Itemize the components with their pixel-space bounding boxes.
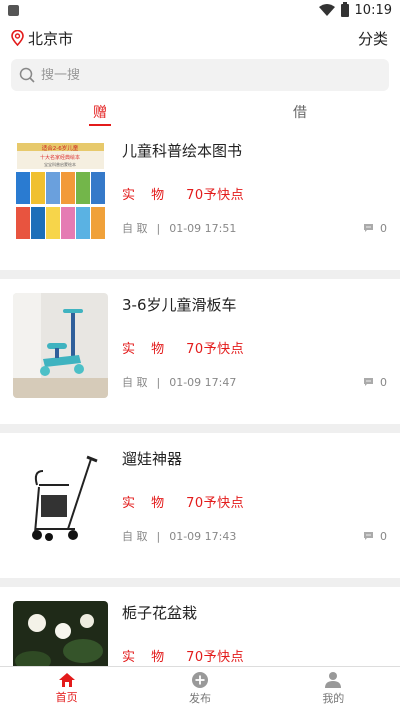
meta-divider: | <box>156 529 161 543</box>
notification-icon <box>8 4 19 16</box>
item-price: 70予快点 <box>186 650 245 665</box>
item-thumbnail <box>13 447 108 552</box>
comment-count[interactable]: 0 <box>363 376 387 389</box>
item-price-line: 实 物 70予快点 <box>122 184 244 203</box>
item-price-line: 实 物 70予快点 <box>122 646 244 665</box>
item-pickup: 自 取 <box>122 376 148 389</box>
comment-count[interactable]: 0 <box>363 222 387 235</box>
comment-icon <box>364 532 373 540</box>
item-meta: 自 取 | 01-09 17:47 0 <box>122 374 387 390</box>
search-bar[interactable] <box>11 59 389 91</box>
nav-mine[interactable]: 我的 <box>267 667 400 710</box>
tab-give-label: 赠 <box>93 105 107 121</box>
item-separator <box>0 578 400 587</box>
item-thumbnail <box>13 601 108 666</box>
books-image: 适合2-6岁儿童 十大名家经典绘本 宝宝科普启蒙绘本 <box>13 139 108 244</box>
item-pickup: 自 取 <box>122 222 148 235</box>
nav-publish-label: 发布 <box>188 692 211 705</box>
item-price: 70予快点 <box>186 496 245 511</box>
item-title: 遛娃神器 <box>122 450 183 468</box>
status-bar: 10:19 <box>0 0 400 20</box>
item-thumbnail <box>13 293 108 398</box>
comment-count-value: 0 <box>380 221 387 235</box>
tab-borrow-label: 借 <box>293 105 307 121</box>
tab-bar: 赠 借 <box>0 95 400 129</box>
nav-publish[interactable]: 发布 <box>133 667 266 710</box>
item-time: 01-09 17:51 <box>169 221 237 235</box>
item-title: 3-6岁儿童滑板车 <box>122 296 237 314</box>
item-price: 70予快点 <box>186 188 245 203</box>
category-button[interactable]: 分类 <box>358 28 388 49</box>
app-screen: 10:19 北京市 分类 赠 借 <box>0 0 400 710</box>
meta-divider: | <box>156 375 161 389</box>
item-pickup: 自 取 <box>122 530 148 543</box>
item-info: 遛娃神器 实 物 70予快点 自 取 | 01-09 17:43 0 <box>122 447 387 552</box>
tab-give[interactable]: 赠 <box>0 95 200 129</box>
item-title: 栀子花盆栽 <box>122 604 198 622</box>
item-price-line: 实 物 70予快点 <box>122 338 244 357</box>
user-icon <box>325 672 342 688</box>
item-info: 儿童科普绘本图书 实 物 70予快点 自 取 | 01-09 17:51 0 <box>122 139 387 244</box>
list-item[interactable]: 3-6岁儿童滑板车 实 物 70予快点 自 取 | 01-09 17:47 0 <box>0 279 400 424</box>
nav-home[interactable]: 首页 <box>0 667 133 710</box>
item-meta: 自 取 | 01-09 17:51 0 <box>122 220 387 236</box>
scooter-image <box>13 293 108 398</box>
item-separator <box>0 270 400 279</box>
item-title: 儿童科普绘本图书 <box>122 142 243 160</box>
item-separator <box>0 424 400 433</box>
item-info: 栀子花盆栽 实 物 70予快点 <box>122 601 387 666</box>
item-price: 70予快点 <box>186 342 245 357</box>
item-time: 01-09 17:43 <box>169 529 237 543</box>
item-meta: 自 取 | 01-09 17:43 0 <box>122 528 387 544</box>
item-kind: 实 物 <box>122 496 171 511</box>
home-icon <box>58 673 75 687</box>
list-item[interactable]: 适合2-6岁儿童 十大名家经典绘本 宝宝科普启蒙绘本 儿童科普绘本图书 实 物 … <box>0 125 400 270</box>
clock-text: 10:19 <box>354 2 392 18</box>
comment-icon <box>364 224 373 232</box>
banner-mid-text: 十大名家经典绘本 <box>40 154 80 161</box>
comment-count-value: 0 <box>380 375 387 389</box>
comment-count-value: 0 <box>380 529 387 543</box>
bottom-nav: 首页 发布 我的 <box>0 666 400 710</box>
wifi-icon <box>318 4 335 16</box>
nav-home-label: 首页 <box>55 691 78 704</box>
comment-count[interactable]: 0 <box>363 530 387 543</box>
location-pin-icon <box>11 30 24 46</box>
item-price-line: 实 物 70予快点 <box>122 492 244 511</box>
location-selector[interactable]: 北京市 <box>11 28 73 49</box>
item-kind: 实 物 <box>122 188 171 203</box>
plus-circle-icon <box>191 672 208 688</box>
search-input[interactable] <box>41 67 341 83</box>
flower-image <box>13 601 108 666</box>
item-kind: 实 物 <box>122 650 171 665</box>
banner-top-text: 适合2-6岁儿童 <box>42 144 79 152</box>
battery-icon <box>340 1 349 17</box>
list-item[interactable]: 遛娃神器 实 物 70予快点 自 取 | 01-09 17:43 0 <box>0 433 400 578</box>
list-item[interactable]: 栀子花盆栽 实 物 70予快点 <box>0 587 400 666</box>
comment-icon <box>364 378 373 386</box>
tab-borrow[interactable]: 借 <box>200 95 400 129</box>
item-list: 适合2-6岁儿童 十大名家经典绘本 宝宝科普启蒙绘本 儿童科普绘本图书 实 物 … <box>0 125 400 666</box>
item-kind: 实 物 <box>122 342 171 357</box>
item-time: 01-09 17:47 <box>169 375 237 389</box>
banner-sub-text: 宝宝科普启蒙绘本 <box>44 161 76 167</box>
search-icon <box>19 67 35 83</box>
top-header: 北京市 分类 <box>0 22 400 54</box>
meta-divider: | <box>156 221 161 235</box>
city-label: 北京市 <box>28 29 74 48</box>
item-thumbnail: 适合2-6岁儿童 十大名家经典绘本 宝宝科普启蒙绘本 <box>13 139 108 244</box>
nav-mine-label: 我的 <box>322 692 345 705</box>
stroller-image <box>13 447 108 552</box>
item-info: 3-6岁儿童滑板车 实 物 70予快点 自 取 | 01-09 17:47 0 <box>122 293 387 398</box>
